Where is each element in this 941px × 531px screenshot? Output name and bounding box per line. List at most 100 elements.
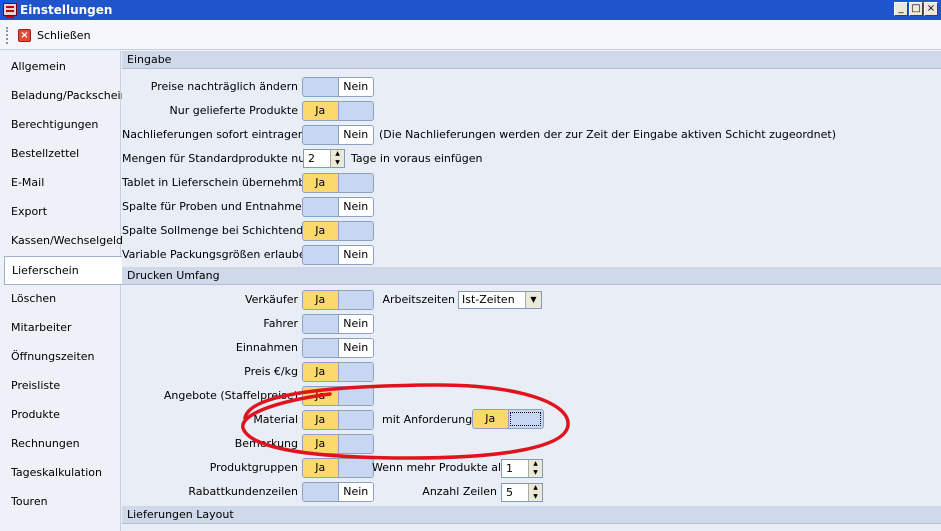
sidebar-item-mitarbeiter[interactable]: Mitarbeiter [0, 313, 121, 342]
anzahl-zeilen-label: Anzahl Zeilen [422, 485, 497, 498]
wenn-mehr-value: 1 [506, 462, 513, 475]
material-toggle[interactable]: Ja [302, 410, 374, 430]
close-window-button[interactable]: × [924, 2, 938, 16]
toggle-ja-segment[interactable]: Ja [303, 435, 338, 453]
section-header-eingabe: Eingabe [122, 51, 941, 69]
toggle-ja-segment[interactable]: Ja [303, 174, 338, 192]
app-icon [3, 3, 17, 18]
toggle-ja-segment[interactable]: Ja [303, 363, 338, 381]
fahrer-toggle[interactable]: Nein [302, 314, 374, 334]
toggle-nein-segment[interactable]: Nein [337, 315, 373, 333]
angebote-label: Angebote (Staffelpreise) [163, 389, 298, 402]
schliessen-button[interactable]: × Schließen [18, 26, 91, 44]
spalte-proben-toggle[interactable]: Nein [302, 197, 374, 217]
sidebar-item-beladung-packschein[interactable]: Beladung/Packschein [0, 81, 128, 110]
toggle-ja-segment[interactable]: Ja [303, 102, 338, 120]
toggle-ja-segment[interactable]: Ja [473, 410, 508, 428]
toggle-nein-segment[interactable]: Nein [337, 246, 373, 264]
variable-label: Variable Packungsgrößen erlauben [122, 248, 313, 261]
nachlieferungen-note: (Die Nachlieferungen werden der zur Zeit… [379, 128, 836, 141]
sidebar-item-berechtigungen[interactable]: Berechtigungen [0, 110, 121, 139]
sidebar-item-rechnungen[interactable]: Rechnungen [0, 429, 121, 458]
sidebar-item-allgemein[interactable]: Allgemein [0, 52, 121, 81]
toggle-nein-segment[interactable]: Nein [337, 198, 373, 216]
spinner-down-icon[interactable]: ▼ [528, 468, 542, 477]
toggle-nein-segment[interactable]: Nein [337, 339, 373, 357]
toggle-ja-segment[interactable] [303, 198, 338, 216]
toggle-nein-segment[interactable]: Nein [337, 126, 373, 144]
wenn-mehr-label: Wenn mehr Produkte als [372, 461, 507, 474]
toggle-ja-segment[interactable] [303, 246, 338, 264]
toggle-nein-segment[interactable] [337, 387, 373, 405]
toggle-ja-segment[interactable]: Ja [303, 411, 338, 429]
sidebar: Allgemein Beladung/Packschein Berechtigu… [0, 51, 128, 531]
toggle-nein-segment[interactable] [337, 291, 373, 309]
toggle-ja-segment[interactable]: Ja [303, 459, 338, 477]
spinner-up-icon[interactable]: ▲ [330, 150, 344, 159]
spinner-up-icon[interactable]: ▲ [528, 460, 542, 469]
toggle-nein-segment[interactable] [337, 435, 373, 453]
bemerkung-label: Bemerkung [234, 437, 298, 450]
toggle-ja-segment[interactable] [303, 315, 338, 333]
toggle-ja-segment[interactable] [303, 339, 338, 357]
mit-anforderung-toggle[interactable]: Ja [472, 409, 544, 429]
toggle-ja-segment[interactable] [303, 483, 338, 501]
minimize-button[interactable]: _ [894, 2, 908, 16]
sidebar-item-bestellzettel[interactable]: Bestellzettel [0, 139, 121, 168]
toggle-nein-segment[interactable] [337, 102, 373, 120]
arbeitszeiten-select[interactable]: Ist-Zeiten ▼ [458, 291, 542, 309]
mengen-spinner[interactable]: 2 ▲ ▼ [303, 149, 345, 168]
sidebar-item-export[interactable]: Export [0, 197, 121, 226]
maximize-button[interactable]: □ [909, 2, 923, 16]
toggle-nein-segment[interactable] [507, 410, 543, 428]
toggle-nein-segment[interactable] [337, 411, 373, 429]
sidebar-item-produkte[interactable]: Produkte [0, 400, 121, 429]
produktgruppen-toggle[interactable]: Ja [302, 458, 374, 478]
sidebar-item-loeschen[interactable]: Löschen [0, 284, 121, 313]
toggle-nein-segment[interactable] [337, 459, 373, 477]
sidebar-item-e-mail[interactable]: E-Mail [0, 168, 121, 197]
preise-toggle[interactable]: Nein [302, 77, 374, 97]
spinner-up-icon[interactable]: ▲ [528, 484, 542, 493]
rabatt-label: Rabattkundenzeilen [188, 485, 298, 498]
sidebar-item-tageskalkulation[interactable]: Tageskalkulation [0, 458, 121, 487]
sidebar-item-preisliste[interactable]: Preisliste [0, 371, 121, 400]
spinner-down-icon[interactable]: ▼ [528, 492, 542, 501]
tablet-toggle[interactable]: Ja [302, 173, 374, 193]
rabatt-toggle[interactable]: Nein [302, 482, 374, 502]
toggle-nein-segment[interactable]: Nein [337, 78, 373, 96]
einnahmen-toggle[interactable]: Nein [302, 338, 374, 358]
sidebar-item-oeffnungszeiten[interactable]: Öffnungszeiten [0, 342, 121, 371]
sidebar-item-kassen-wechselgeld[interactable]: Kassen/Wechselgeld [0, 226, 123, 255]
spinner-arrows[interactable]: ▲ ▼ [528, 460, 542, 477]
toggle-ja-segment[interactable]: Ja [303, 387, 338, 405]
bemerkung-toggle[interactable]: Ja [302, 434, 374, 454]
toggle-ja-segment[interactable] [303, 126, 338, 144]
spalte-soll-label: Spalte Sollmenge bei Schichtende [122, 224, 311, 237]
verkaeufer-toggle[interactable]: Ja [302, 290, 374, 310]
spinner-down-icon[interactable]: ▼ [330, 158, 344, 167]
angebote-toggle[interactable]: Ja [302, 386, 374, 406]
toggle-ja-segment[interactable]: Ja [303, 291, 338, 309]
nachlieferungen-toggle[interactable]: Nein [302, 125, 374, 145]
sidebar-item-lieferschein[interactable]: Lieferschein [4, 256, 122, 285]
variable-toggle[interactable]: Nein [302, 245, 374, 265]
toggle-ja-segment[interactable] [303, 78, 338, 96]
preis-kg-toggle[interactable]: Ja [302, 362, 374, 382]
toggle-ja-segment[interactable]: Ja [303, 222, 338, 240]
toggle-nein-segment[interactable] [337, 222, 373, 240]
nur-geliefert-toggle[interactable]: Ja [302, 101, 374, 121]
settings-panel: Eingabe Preise nachträglich ändern Nein … [122, 51, 941, 531]
section-header-lieferungen: Lieferungen Layout [122, 506, 941, 524]
tablet-label: Tablet in Lieferschein übernehmbar [122, 176, 317, 189]
toggle-nein-segment[interactable] [337, 174, 373, 192]
sidebar-item-touren[interactable]: Touren [0, 487, 121, 516]
anzahl-zeilen-spinner[interactable]: 5 ▲ ▼ [501, 483, 543, 502]
toggle-nein-segment[interactable]: Nein [337, 483, 373, 501]
wenn-mehr-spinner[interactable]: 1 ▲ ▼ [501, 459, 543, 478]
spinner-arrows[interactable]: ▲ ▼ [330, 150, 344, 167]
spalte-soll-toggle[interactable]: Ja [302, 221, 374, 241]
toggle-nein-segment[interactable] [337, 363, 373, 381]
spinner-arrows[interactable]: ▲ ▼ [528, 484, 542, 501]
dropdown-arrow-icon[interactable]: ▼ [525, 292, 541, 308]
